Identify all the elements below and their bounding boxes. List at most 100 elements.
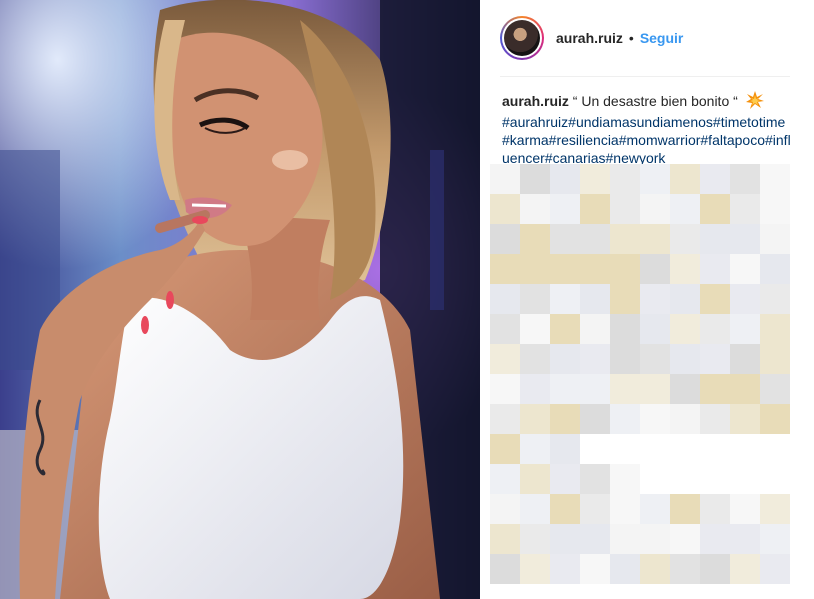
pixel-block (760, 224, 790, 254)
pixel-block (550, 224, 580, 254)
pixel-block (490, 164, 520, 194)
pixel-block (490, 494, 520, 524)
caption-text: “ Un desastre bien bonito “ (572, 93, 738, 109)
pixel-block (700, 164, 730, 194)
pixel-block (550, 374, 580, 404)
pixel-block (760, 374, 790, 404)
pixel-block (610, 314, 640, 344)
pixel-block (730, 494, 760, 524)
pixel-block (730, 284, 760, 314)
pixel-block (550, 314, 580, 344)
pixel-block (520, 344, 550, 374)
post-sidebar: aurah.ruiz • Seguir aurah.ruiz “ Un desa… (480, 0, 814, 599)
pixel-block (520, 194, 550, 224)
pixel-block (610, 494, 640, 524)
pixel-block (700, 494, 730, 524)
separator-dot: • (628, 30, 634, 46)
pixel-block (640, 374, 670, 404)
pixel-block (490, 284, 520, 314)
pixel-block (610, 344, 640, 374)
pixel-block (550, 494, 580, 524)
pixel-block (550, 524, 580, 554)
pixel-block (520, 524, 550, 554)
pixel-block (490, 464, 520, 494)
pixel-block (760, 284, 790, 314)
pixel-block (610, 254, 640, 284)
pixel-block (700, 254, 730, 284)
avatar[interactable] (504, 20, 540, 56)
pixel-block (580, 344, 610, 374)
pixel-block (520, 494, 550, 524)
pixel-block (550, 164, 580, 194)
pixel-block (670, 494, 700, 524)
header-divider (500, 76, 790, 77)
pixel-block (580, 164, 610, 194)
pixel-block (580, 524, 610, 554)
pixel-block (730, 164, 760, 194)
pixel-block (580, 374, 610, 404)
pixel-block (610, 524, 640, 554)
pixel-block (580, 554, 610, 584)
post-header: aurah.ruiz • Seguir (500, 14, 683, 62)
post-modal: aurah.ruiz • Seguir aurah.ruiz “ Un desa… (0, 0, 814, 599)
pixel-block (730, 554, 760, 584)
pixel-block (670, 554, 700, 584)
pixel-block (730, 524, 760, 554)
pixel-block (580, 464, 610, 494)
pixel-block (670, 164, 700, 194)
pixel-block (580, 254, 610, 284)
pixel-block (610, 224, 640, 254)
pixel-block (640, 404, 670, 434)
pixel-block (670, 194, 700, 224)
pixel-block (550, 464, 580, 494)
caption-hashtags[interactable]: #aurahruiz#undiamasundiamenos#timetotime… (502, 114, 791, 166)
post-photo[interactable] (0, 0, 480, 599)
pixel-block (640, 254, 670, 284)
pixel-block (670, 344, 700, 374)
pixel-block (640, 164, 670, 194)
pixel-block (640, 314, 670, 344)
pixel-block (520, 374, 550, 404)
pixel-block (520, 464, 550, 494)
pixel-block (550, 554, 580, 584)
pixel-block (760, 254, 790, 284)
pixel-block (670, 314, 700, 344)
pixel-block (490, 524, 520, 554)
pixel-block (490, 344, 520, 374)
pixel-block (580, 404, 610, 434)
pixel-block (610, 464, 640, 494)
pixel-block (670, 524, 700, 554)
portrait-image (0, 0, 480, 599)
pixel-block (610, 554, 640, 584)
follow-button[interactable]: Seguir (640, 30, 684, 46)
pixel-block (640, 284, 670, 314)
pixel-block (550, 194, 580, 224)
pixel-block (700, 224, 730, 254)
pixel-block (550, 344, 580, 374)
pixel-block (640, 194, 670, 224)
pixel-block (700, 314, 730, 344)
pixel-block (640, 524, 670, 554)
username-link[interactable]: aurah.ruiz (556, 30, 623, 46)
pixel-block (520, 164, 550, 194)
pixel-block (700, 344, 730, 374)
pixel-block (700, 524, 730, 554)
pixel-block (700, 194, 730, 224)
pixel-block (550, 254, 580, 284)
pixel-block (640, 554, 670, 584)
pixel-block (610, 164, 640, 194)
pixel-block (670, 404, 700, 434)
pixel-block (640, 224, 670, 254)
pixel-block (730, 374, 760, 404)
pixel-block (640, 344, 670, 374)
pixel-block (550, 434, 580, 464)
pixel-block (580, 224, 610, 254)
post-caption: aurah.ruiz “ Un desastre bien bonito “ #… (502, 91, 792, 167)
pixel-block (580, 494, 610, 524)
caption-username-link[interactable]: aurah.ruiz (502, 93, 569, 109)
pixel-block (760, 524, 790, 554)
pixel-block (760, 344, 790, 374)
pixel-block (730, 254, 760, 284)
story-ring[interactable] (500, 16, 544, 60)
pixel-block (520, 224, 550, 254)
